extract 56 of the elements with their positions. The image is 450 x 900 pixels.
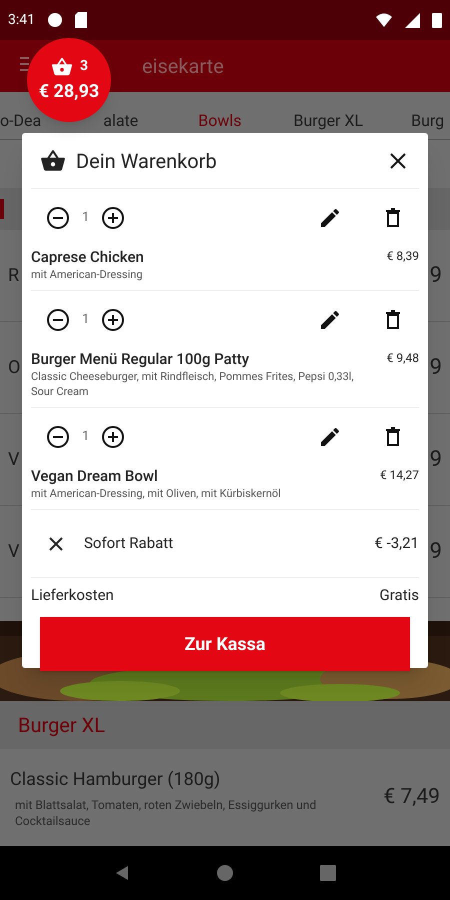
increase-button[interactable] [101, 206, 126, 230]
menu-item-name: Classic Hamburger (180g) [10, 768, 222, 792]
discount-amount: € -3,21 [374, 533, 419, 554]
back-icon[interactable] [114, 865, 130, 881]
category-tab[interactable]: Bowls [198, 112, 242, 130]
decrease-button[interactable] [46, 425, 70, 449]
home-icon[interactable] [216, 865, 233, 881]
menu-item-price: 9 [430, 262, 442, 290]
cart-item-description: Classic Cheeseburger, mit Rindfleisch, Pommes Frites, Pepsi 0,33l, Sour Cream [31, 369, 355, 399]
dialog-title: Dein Warenkorb [76, 148, 218, 174]
edit-button[interactable] [318, 308, 342, 332]
delivery-label: Lieferkosten [31, 584, 114, 606]
recents-icon[interactable] [320, 865, 336, 881]
menu-item-name: O [8, 356, 20, 380]
menu-item-name: V [8, 448, 20, 472]
basket-icon [40, 148, 66, 174]
cart-item-name: Caprese Chicken [31, 247, 144, 267]
quantity-value: 1 [82, 311, 90, 330]
menu-item-price: 9 [430, 538, 442, 566]
discount-label: Sofort Rabatt [84, 533, 174, 554]
category-tab[interactable]: Burger XL [294, 112, 364, 130]
increase-button[interactable] [101, 425, 126, 449]
menu-item-price: € 7,49 [383, 784, 440, 811]
quantity-value: 1 [82, 428, 90, 446]
cart-count: 3 [80, 57, 88, 76]
quantity-value: 1 [82, 209, 90, 228]
cart-total: € 28,93 [38, 80, 100, 104]
cart-item-description: mit American-Dressing, mit Oliven, mit Kürbiskernöl [31, 486, 282, 501]
basket-icon [50, 56, 74, 78]
cart-item-price: € 9,48 [386, 350, 419, 367]
menu-item-name: R [8, 264, 20, 288]
sd-card-icon [75, 12, 87, 28]
cart-item-price: € 14,27 [380, 467, 419, 484]
menu-item-price: 9 [430, 354, 442, 382]
checkout-button[interactable]: Zur Kassa [40, 617, 410, 671]
status-time: 3:41 [8, 10, 35, 30]
signal-icon [404, 12, 420, 28]
menu-item-description: mit Blattsalat, Tomaten, roten Zwiebeln, Essiggurken und Cocktailsauce [14, 797, 318, 829]
cart-item-name: Vegan Dream Bowl [31, 466, 158, 486]
category-tab[interactable]: Burg [411, 112, 444, 130]
increase-button[interactable] [101, 308, 126, 332]
wifi-icon [376, 12, 392, 28]
section-title: Burger XL [18, 712, 105, 739]
battery-icon [432, 12, 442, 28]
cart-item-name: Burger Menü Regular 100g Patty [31, 349, 250, 369]
edit-button[interactable] [318, 206, 342, 230]
menu-item-name: V [8, 540, 20, 564]
decrease-button[interactable] [46, 308, 70, 332]
notification-icon [47, 12, 63, 28]
delivery-value: Gratis [380, 584, 419, 606]
app-title: eisekarte [142, 53, 224, 80]
cart-item-price: € 8,39 [386, 248, 419, 265]
menu-item-price: 9 [430, 446, 442, 474]
cart-item-description: mit American-Dressing [31, 267, 144, 282]
decrease-button[interactable] [46, 206, 70, 230]
edit-button[interactable] [318, 425, 342, 449]
